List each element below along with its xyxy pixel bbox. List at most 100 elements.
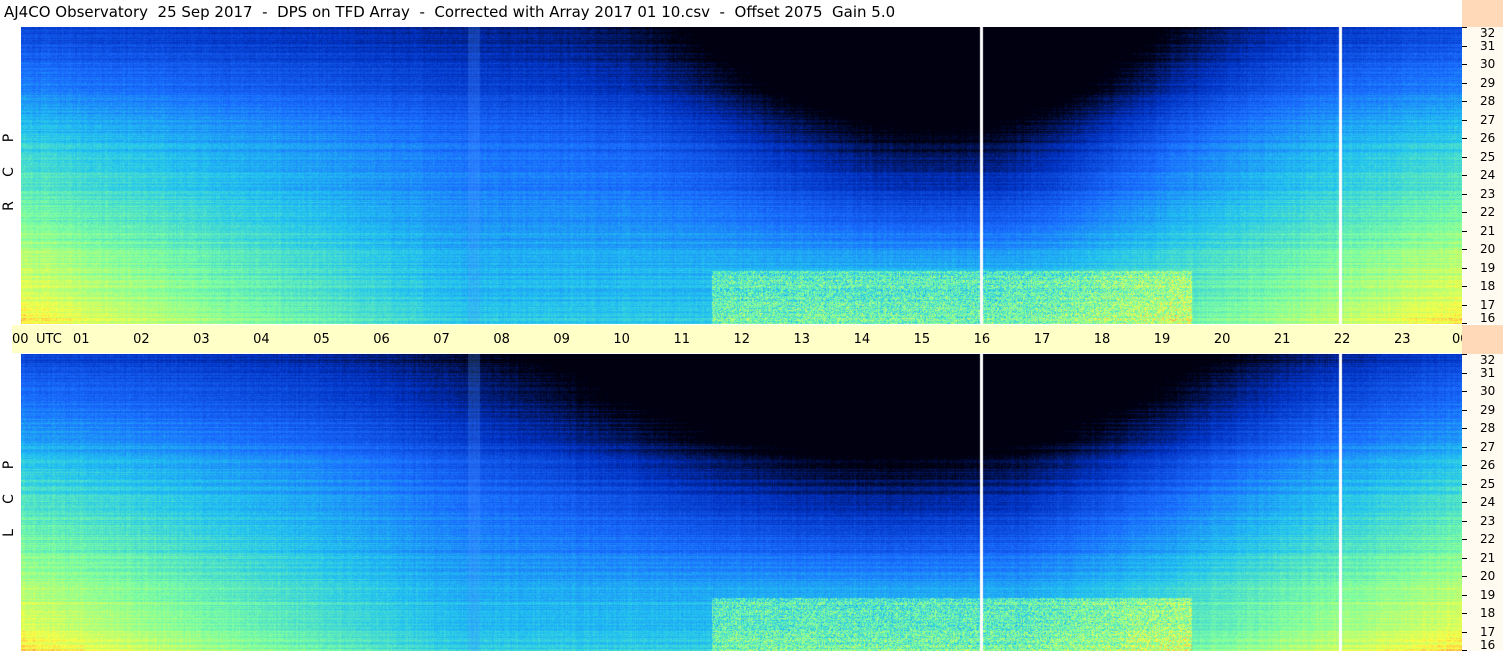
utc-tick-label: 02 xyxy=(133,332,150,347)
frequency-tick xyxy=(1462,410,1467,411)
frequency-tick xyxy=(1462,212,1467,213)
frequency-tick xyxy=(1462,373,1467,374)
frequency-tick-label: 28 xyxy=(1480,94,1496,108)
frequency-tick xyxy=(1462,27,1467,28)
frequency-tick-label: 29 xyxy=(1480,403,1496,417)
frequency-tick xyxy=(1462,502,1467,503)
frequency-tick xyxy=(1462,576,1467,577)
frequency-axis-top: 32 31 30 29 28 27 26 25 24 23 22 21 20 19 18 17 16 xyxy=(1462,27,1503,324)
utc-tick-label: 07 xyxy=(433,332,450,347)
frequency-tick xyxy=(1462,595,1467,596)
utc-tick-label: 09 xyxy=(553,332,570,347)
utc-tick-label: 21 xyxy=(1273,332,1291,347)
frequency-tick xyxy=(1462,539,1467,540)
frequency-tick-label: 22 xyxy=(1480,205,1496,219)
utc-tick-label: 19 xyxy=(1153,332,1171,347)
frequency-tick xyxy=(1462,120,1467,121)
frequency-tick-label: 18 xyxy=(1480,606,1496,620)
utc-tick-label: 11 xyxy=(673,332,690,347)
side-letter: P xyxy=(1,133,17,143)
frequency-tick xyxy=(1462,650,1467,651)
frequency-tick xyxy=(1462,175,1467,176)
frequency-tick-label: 28 xyxy=(1480,421,1496,435)
frequency-tick-label: 18 xyxy=(1480,279,1496,293)
frequency-tick xyxy=(1462,249,1467,250)
frequency-tick-label: 17 xyxy=(1480,298,1496,312)
frequency-tick-label: 20 xyxy=(1480,569,1496,583)
frequency-axis-bottom: 32 31 30 29 28 27 26 25 24 23 22 21 20 19 18 17 16 xyxy=(1462,354,1503,651)
frequency-tick-label: 19 xyxy=(1480,588,1496,602)
corner-strip xyxy=(1462,0,1503,27)
utc-tick-label: 17 xyxy=(1033,332,1051,347)
frequency-tick-label: 19 xyxy=(1480,261,1496,275)
side-label-bottom: P C L xyxy=(0,457,18,557)
frequency-tick xyxy=(1462,391,1467,392)
frequency-tick xyxy=(1462,138,1467,139)
side-letter: P xyxy=(1,460,17,470)
frequency-tick xyxy=(1462,323,1467,324)
frequency-tick xyxy=(1462,101,1467,102)
utc-tick-label: 12 xyxy=(733,332,751,347)
frequency-tick xyxy=(1462,613,1467,614)
frequency-tick xyxy=(1462,632,1467,633)
frequency-tick-label: 21 xyxy=(1480,551,1496,565)
frequency-tick xyxy=(1462,194,1467,195)
frequency-tick xyxy=(1462,157,1467,158)
utc-tick-label: 22 xyxy=(1333,332,1351,347)
utc-tick-label: 15 xyxy=(913,332,931,347)
side-letter: L xyxy=(1,529,17,537)
frequency-tick xyxy=(1462,46,1467,47)
page-title: AJ4CO Observatory 25 Sep 2017 - DPS on T… xyxy=(4,3,896,21)
side-letter: C xyxy=(1,167,17,177)
utc-tick-label: 06 xyxy=(373,332,390,347)
frequency-tick-label: 23 xyxy=(1480,187,1496,201)
frequency-tick-label: 21 xyxy=(1480,224,1496,238)
frequency-tick-label: 22 xyxy=(1480,532,1496,546)
spectrogram-rcp xyxy=(21,27,1462,324)
axis-corner xyxy=(1462,325,1503,354)
frequency-tick-label: 20 xyxy=(1480,242,1496,256)
frequency-tick-label: 29 xyxy=(1480,76,1496,90)
side-letter: R xyxy=(1,201,17,211)
frequency-tick xyxy=(1462,447,1467,448)
spectrogram-lcp xyxy=(21,354,1462,651)
frequency-tick xyxy=(1462,64,1467,65)
frequency-tick-label: 30 xyxy=(1480,57,1496,71)
utc-unit-label: UTC xyxy=(36,332,62,347)
frequency-tick xyxy=(1462,286,1467,287)
side-letter: C xyxy=(1,494,17,504)
frequency-tick xyxy=(1462,83,1467,84)
frequency-tick-label: 27 xyxy=(1480,440,1496,454)
utc-tick-label: 16 xyxy=(973,332,991,347)
frequency-tick xyxy=(1462,521,1467,522)
utc-tick-label: 13 xyxy=(793,332,811,347)
frequency-tick-label: 27 xyxy=(1480,113,1496,127)
frequency-tick-label: 17 xyxy=(1480,625,1496,639)
frequency-tick xyxy=(1462,465,1467,466)
frequency-tick xyxy=(1462,305,1467,306)
frequency-tick-label: 31 xyxy=(1480,39,1496,53)
frequency-tick xyxy=(1462,558,1467,559)
frequency-tick-label: 26 xyxy=(1480,131,1496,145)
frequency-tick-label: 24 xyxy=(1480,495,1496,509)
frequency-tick-label: 24 xyxy=(1480,168,1496,182)
utc-time-axis: 00 01 02 03 04 05 06 07 08 09 10 11 12 13 14 15 16 17 18 19… xyxy=(12,325,1500,353)
utc-tick-label: 03 xyxy=(193,332,210,347)
utc-tick-label: 18 xyxy=(1093,332,1111,347)
utc-tick-label: 20 xyxy=(1213,332,1231,347)
frequency-tick xyxy=(1462,484,1467,485)
utc-tick-label: 01 xyxy=(73,332,90,347)
frequency-tick xyxy=(1462,231,1467,232)
utc-tick-label: 23 xyxy=(1393,332,1411,347)
utc-tick-label: 04 xyxy=(253,332,270,347)
frequency-tick-label: 32 xyxy=(1480,353,1496,367)
frequency-tick-label: 25 xyxy=(1480,477,1496,491)
frequency-tick-label: 16 xyxy=(1480,638,1496,652)
utc-tick-label: 00 xyxy=(12,332,29,347)
frequency-tick-label: 16 xyxy=(1480,311,1496,325)
frequency-tick-label: 32 xyxy=(1480,26,1496,40)
frequency-tick xyxy=(1462,354,1467,355)
frequency-tick-label: 23 xyxy=(1480,514,1496,528)
utc-tick-label: 08 xyxy=(493,332,510,347)
utc-tick-label: 10 xyxy=(613,332,630,347)
